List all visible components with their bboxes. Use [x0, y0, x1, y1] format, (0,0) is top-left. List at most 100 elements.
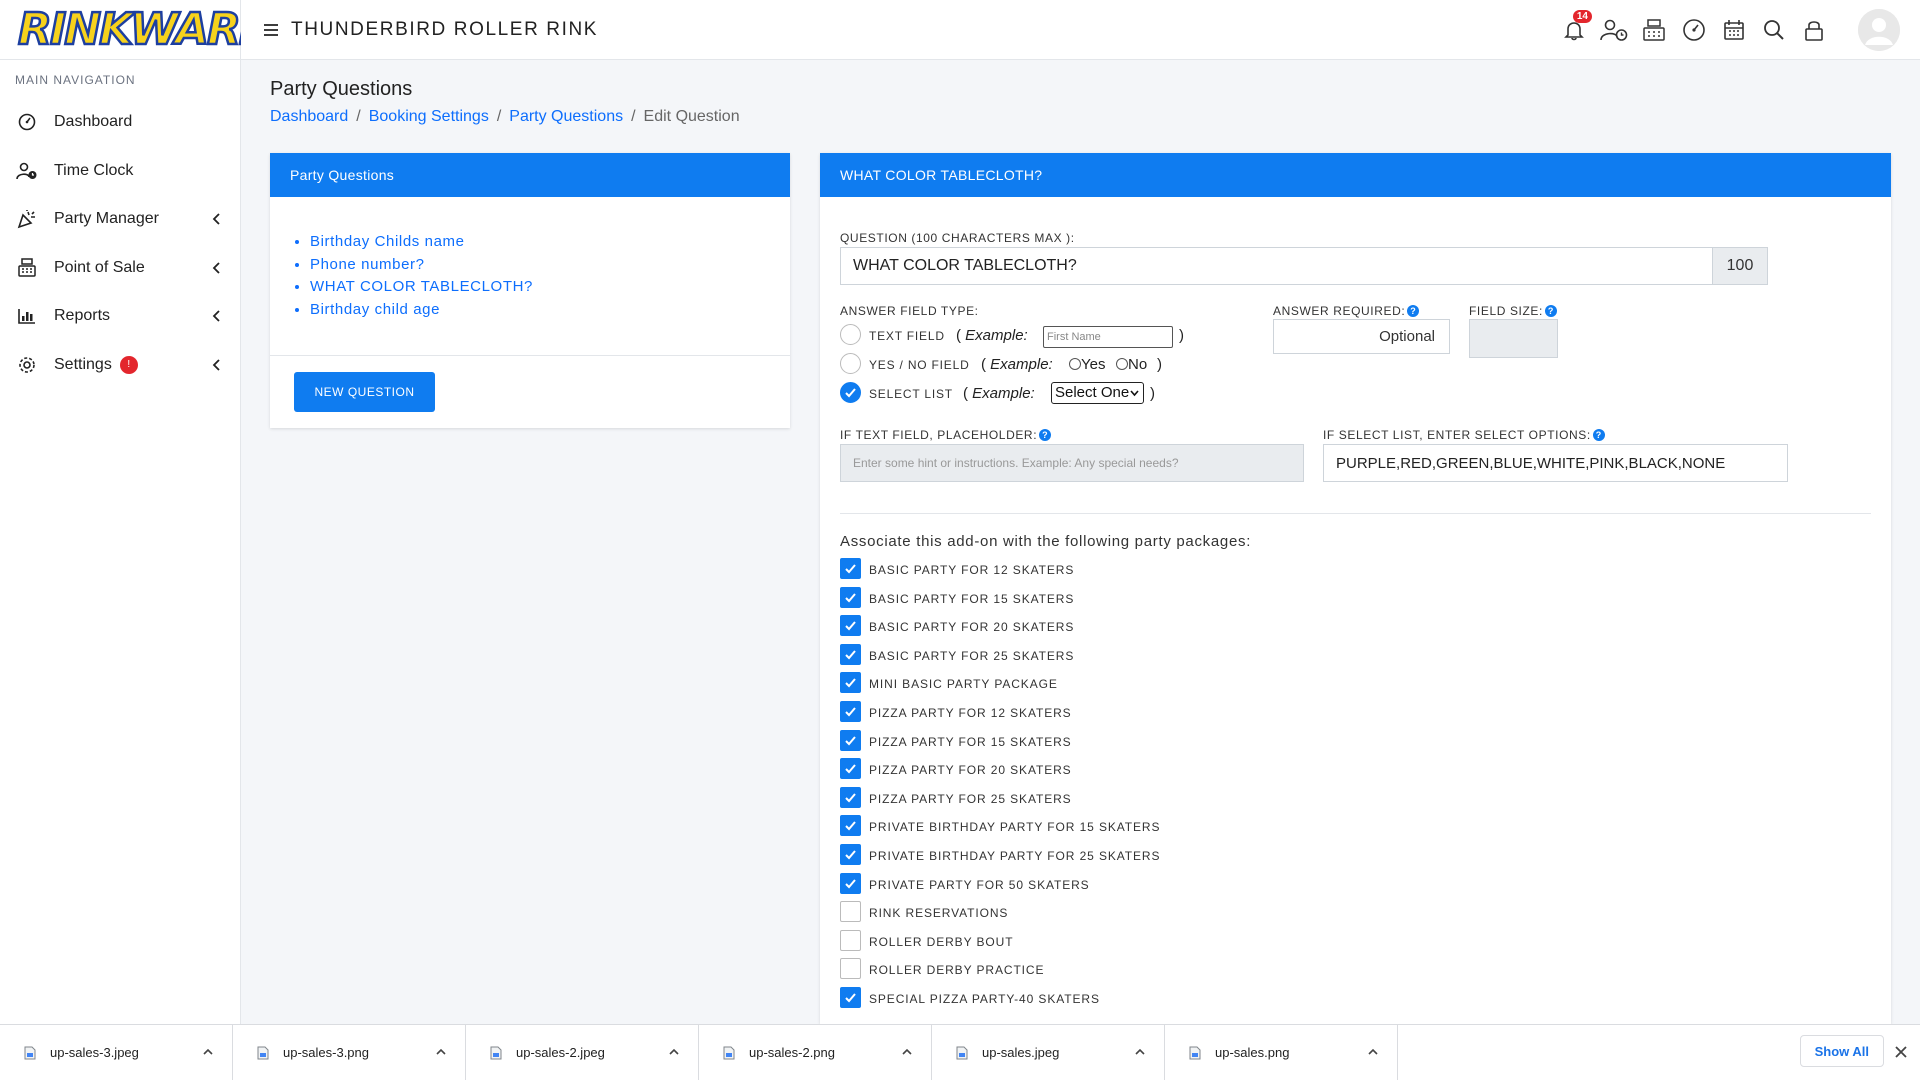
chevron-up-icon[interactable]: [202, 1046, 214, 1058]
chevron-up-icon[interactable]: [1134, 1046, 1146, 1058]
sidebar-item-settings[interactable]: Settings !: [0, 341, 240, 390]
bell-icon[interactable]: 14: [1560, 10, 1592, 44]
checkmark-icon: [845, 850, 856, 860]
question-input[interactable]: WHAT COLOR TABLECLOTH?: [840, 247, 1713, 285]
download-item[interactable]: up-sales-3.jpeg: [0, 1024, 233, 1080]
gear-icon: [16, 354, 38, 376]
chevron-up-icon[interactable]: [668, 1046, 680, 1058]
checkmark-icon: [845, 793, 856, 803]
breadcrumb-booking-settings[interactable]: Booking Settings: [369, 108, 489, 126]
chevron-left-icon: [212, 359, 220, 371]
package-label: PRIVATE PARTY FOR 50 SKATERS: [869, 877, 1090, 892]
file-icon: [257, 1046, 269, 1059]
checkmark-icon: [845, 621, 856, 631]
calendar-icon[interactable]: [1720, 16, 1748, 44]
new-question-button[interactable]: NEW QUESTION: [294, 372, 435, 412]
sidebar-item-party-manager[interactable]: Party Manager: [0, 195, 240, 244]
package-checkbox[interactable]: [840, 844, 861, 865]
download-item[interactable]: up-sales.jpeg: [932, 1024, 1165, 1080]
package-checkbox[interactable]: [840, 586, 861, 608]
package-checkbox[interactable]: [840, 701, 861, 722]
question-link[interactable]: WHAT COLOR TABLECLOTH?: [310, 276, 790, 299]
package-checkbox[interactable]: [840, 872, 861, 894]
package-checkbox[interactable]: [840, 615, 861, 637]
package-label: MINI BASIC PARTY PACKAGE: [869, 677, 1058, 692]
package-checkbox[interactable]: [840, 958, 861, 980]
breadcrumb-party-questions[interactable]: Party Questions: [509, 108, 623, 126]
cash-register-icon[interactable]: [1640, 16, 1668, 44]
question-link[interactable]: Phone number?: [310, 254, 790, 277]
yes-no-example: ( Example:: [981, 356, 1053, 373]
divider: [840, 513, 1871, 514]
answer-type-label: ANSWER FIELD TYPE:: [840, 304, 979, 318]
dashboard-icon: [16, 111, 38, 133]
user-clock-icon: [16, 160, 38, 182]
hamburger-menu-icon[interactable]: [263, 22, 279, 38]
top-icons: 14: [1560, 0, 1900, 60]
placeholder-input[interactable]: Enter some hint or instructions. Example…: [840, 444, 1304, 482]
download-item[interactable]: up-sales-2.png: [699, 1024, 932, 1080]
answer-required-label: ANSWER REQUIRED:?: [1273, 304, 1420, 318]
package-label: BASIC PARTY FOR 15 SKATERS: [869, 591, 1075, 606]
package-label: ROLLER DERBY PRACTICE: [869, 963, 1045, 978]
rinkware-logo[interactable]: RINKWARE: [0, 0, 270, 60]
checkmark-icon: [845, 650, 856, 660]
avatar[interactable]: [1858, 9, 1900, 51]
example-select-dropdown: Select One: [1051, 382, 1144, 404]
sidebar-item-time-clock[interactable]: Time Clock: [0, 147, 240, 196]
question-link[interactable]: Birthday Childs name: [310, 231, 790, 254]
help-icon: ?: [1544, 305, 1557, 317]
close-icon[interactable]: [1894, 1045, 1908, 1059]
chevron-up-icon[interactable]: [901, 1046, 913, 1058]
select-options-input[interactable]: PURPLE,RED,GREEN,BLUE,WHITE,PINK,BLACK,N…: [1323, 444, 1788, 482]
package-checkbox[interactable]: [840, 901, 861, 923]
placeholder-label: IF TEXT FIELD, PLACEHOLDER:?: [840, 428, 1052, 442]
download-item[interactable]: up-sales-3.png: [233, 1024, 466, 1080]
answer-required-select[interactable]: Optional: [1273, 319, 1450, 354]
user-clock-icon[interactable]: [1600, 16, 1628, 44]
package-label: PIZZA PARTY FOR 25 SKATERS: [869, 791, 1072, 806]
radio-text-field[interactable]: [840, 324, 861, 345]
lock-icon[interactable]: [1800, 16, 1828, 44]
download-item[interactable]: up-sales-2.jpeg: [466, 1024, 699, 1080]
package-label: SPECIAL PIZZA PARTY-40 SKATERS: [869, 992, 1100, 1006]
help-icon: ?: [1407, 305, 1420, 317]
cash-register-icon: [16, 257, 38, 279]
sidebar-item-point-of-sale[interactable]: Point of Sale: [0, 244, 240, 293]
close-paren: ): [1179, 327, 1184, 344]
package-checkbox[interactable]: [840, 558, 861, 579]
package-checkbox[interactable]: [840, 815, 861, 837]
package-label: BASIC PARTY FOR 25 SKATERS: [869, 648, 1075, 663]
search-icon[interactable]: [1760, 16, 1788, 44]
package-checkbox[interactable]: [840, 987, 861, 1008]
package-label: PIZZA PARTY FOR 12 SKATERS: [869, 706, 1072, 720]
sidebar-item-dashboard[interactable]: Dashboard: [0, 98, 240, 147]
breadcrumb-dashboard[interactable]: Dashboard: [270, 108, 348, 126]
char-count: 100: [1712, 247, 1768, 285]
package-checkbox[interactable]: [840, 758, 861, 780]
package-checkbox[interactable]: [840, 672, 861, 694]
show-all-button[interactable]: Show All: [1799, 1035, 1884, 1067]
question-list: Birthday Childs name Phone number? WHAT …: [270, 197, 790, 321]
chevron-up-icon[interactable]: [435, 1046, 447, 1058]
sidebar-item-reports[interactable]: Reports: [0, 292, 240, 341]
radio-yes-no-field[interactable]: [840, 353, 861, 374]
checkmark-icon: [845, 993, 856, 1003]
breadcrumb-edit-question: Edit Question: [643, 108, 740, 125]
package-checkbox[interactable]: [840, 929, 861, 951]
chevron-down-icon: [1130, 390, 1139, 397]
package-checkbox[interactable]: [840, 643, 861, 665]
download-item[interactable]: up-sales.png: [1165, 1024, 1398, 1080]
radio-text-field-label: TEXT FIELD: [869, 329, 945, 343]
package-checkbox[interactable]: [840, 729, 861, 751]
dashboard-gauge-icon[interactable]: [1680, 16, 1708, 44]
question-link[interactable]: Birthday child age: [310, 299, 790, 322]
checkmark-icon: [845, 821, 856, 831]
package-checkbox[interactable]: [840, 786, 861, 808]
file-icon: [723, 1046, 735, 1059]
radio-select-list[interactable]: [840, 382, 861, 403]
chevron-up-icon[interactable]: [1367, 1046, 1379, 1058]
file-icon: [24, 1046, 36, 1059]
field-size-input[interactable]: [1469, 319, 1558, 358]
divider: [270, 355, 790, 356]
